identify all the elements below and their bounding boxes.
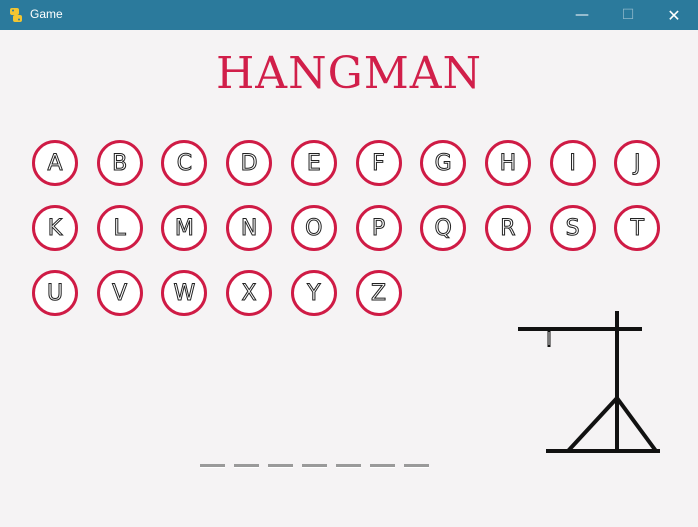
letter-button-i[interactable]: I <box>549 140 596 186</box>
letter-button-y[interactable]: Y <box>290 270 337 316</box>
letter-button-s[interactable]: S <box>549 205 596 251</box>
letter-button-j[interactable]: J <box>614 140 661 186</box>
letter-button-d[interactable]: D <box>226 140 273 186</box>
python-app-icon <box>10 8 22 22</box>
maximize-button[interactable]: ☐ <box>605 0 651 30</box>
letter-button-r[interactable]: R <box>484 205 531 251</box>
letter-button-v[interactable]: V <box>96 270 143 316</box>
letter-button-k[interactable]: K <box>32 205 78 251</box>
letter-button-q[interactable]: Q <box>420 205 467 251</box>
letter-button-h[interactable]: H <box>484 140 531 186</box>
letter-button-e[interactable]: E <box>290 140 337 186</box>
letter-button-a[interactable]: A <box>32 140 78 186</box>
letter-button-x[interactable]: X <box>226 270 273 316</box>
letter-button-w[interactable]: W <box>161 270 208 316</box>
letter-button-p[interactable]: P <box>355 205 402 251</box>
letter-button-n[interactable]: N <box>226 205 273 251</box>
gallows-icon <box>518 311 660 453</box>
letter-blank <box>302 464 327 468</box>
letter-button-z[interactable]: Z <box>355 270 402 316</box>
letter-blank <box>234 464 259 468</box>
letter-button-b[interactable]: B <box>96 140 143 186</box>
letter-button-c[interactable]: C <box>161 140 208 186</box>
letter-button-m[interactable]: M <box>161 205 208 251</box>
close-button[interactable]: ✕ <box>651 0 697 30</box>
letter-button-o[interactable]: O <box>290 205 337 251</box>
letter-button-f[interactable]: F <box>355 140 402 186</box>
minimize-button[interactable]: — <box>559 0 605 30</box>
letter-blank <box>404 464 429 468</box>
letter-blank <box>268 464 293 468</box>
letter-button-g[interactable]: G <box>420 140 467 186</box>
letter-blank <box>370 464 395 468</box>
window-title: Game <box>30 7 63 21</box>
window-titlebar[interactable]: Game — ☐ ✕ <box>0 0 698 30</box>
game-title: HANGMAN <box>215 48 483 99</box>
letter-blank <box>200 464 225 468</box>
letter-button-l[interactable]: L <box>96 205 143 251</box>
letter-blank <box>336 464 361 468</box>
letter-button-u[interactable]: U <box>32 270 78 316</box>
letter-button-t[interactable]: T <box>614 205 661 251</box>
